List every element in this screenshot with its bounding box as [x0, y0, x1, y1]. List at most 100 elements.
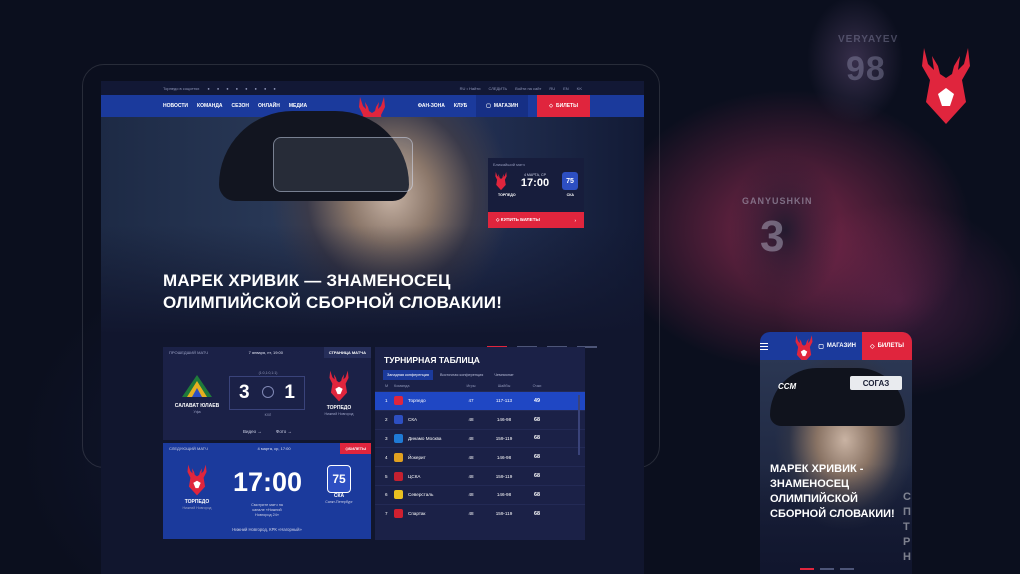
facebook-icon[interactable]: ●: [245, 86, 247, 91]
table-scrollbar[interactable]: [578, 395, 580, 455]
row-team: Северсталь: [394, 490, 456, 500]
row-team-name: Торпедо: [408, 398, 426, 404]
tab-western[interactable]: Западная конференция: [383, 370, 433, 380]
row-place: 6: [385, 492, 388, 498]
mobile-hero-title[interactable]: МАРЕК ХРИВИК - ЗНАМЕНОСЕЦ ОЛИМПИЙСКОЙ СБ…: [770, 462, 895, 522]
row-place: 7: [385, 511, 388, 517]
lang-en[interactable]: EN: [563, 86, 569, 91]
col-place: М: [385, 384, 389, 388]
hero-title-line2: ОЛИМПИЙСКОЙ СБОРНОЙ СЛОВАКИИ!: [163, 293, 503, 312]
slider-dot[interactable]: [840, 568, 854, 570]
vk-icon[interactable]: ●: [207, 86, 209, 91]
nav-item-club[interactable]: КЛУБ: [454, 103, 467, 109]
standings-header: М Команда Игры Шайбы Очки: [375, 380, 585, 391]
row-place: 4: [385, 454, 388, 460]
salavat-logo: [182, 375, 212, 397]
torpedo-logo-small: [495, 171, 507, 191]
player-2-name: GANYUSHKIN: [742, 196, 813, 206]
team-logo-icon: [394, 509, 403, 519]
tiktok-icon[interactable]: ●: [217, 86, 219, 91]
row-team: ЦСКА: [394, 471, 456, 481]
torpedo-logo-prev: [329, 370, 349, 402]
prev-home-team[interactable]: САЛАВАТ ЮЛАЕВ Уфа: [167, 371, 227, 414]
col-team: Команда: [394, 384, 410, 388]
row-games: 48: [468, 492, 474, 498]
tab-championship[interactable]: Чемпионат: [490, 370, 517, 380]
shop-button[interactable]: ▢ МАГАЗИН: [476, 95, 529, 117]
shop-label: МАГАЗИН: [493, 103, 519, 109]
player-back-2: [700, 120, 900, 320]
mobile-tickets-button[interactable]: ◇ БИЛЕТЫ: [861, 332, 912, 360]
row-team: СКА: [394, 415, 456, 425]
puck-icon: [262, 386, 274, 398]
mobile-title-line: МАРЕК ХРИВИК -: [770, 463, 864, 475]
mobile-title-line: ОЛИМПИЙСКОЙ: [770, 493, 858, 505]
nearest-match-card: Ближайший матч 4 МАРТА, СР 17:00 75 ТОРП…: [488, 158, 584, 228]
table-row[interactable]: 3 Динамо Москва 48 159-119 68: [375, 428, 585, 448]
instagram-icon[interactable]: ●: [226, 86, 228, 91]
topbar-link-login[interactable]: Войти на сайт: [515, 86, 541, 91]
topbar-link-follow[interactable]: СЛЕДИТЬ: [488, 86, 507, 91]
match-page-button[interactable]: СТРАНИЦА МАТЧА: [323, 347, 371, 358]
ccm-logo: CCM: [778, 382, 797, 391]
standings-title: ТУРНИРНАЯ ТАБЛИЦА: [384, 355, 480, 365]
hero-visor: [273, 137, 413, 192]
topbar: Торпедо в соцсетях ● ● ● ● ● ● ● ● RU • …: [101, 81, 644, 95]
next-away-city: Санкт-Петербург: [325, 500, 353, 504]
row-team-name: Динамо Москва: [408, 435, 442, 441]
row-goals: 146-98: [496, 492, 512, 498]
next-home-team[interactable]: ТОРПЕДО Нижний Новгород: [167, 463, 227, 510]
topbar-link-search[interactable]: RU • Найти: [460, 86, 481, 91]
prev-home-name: САЛАВАТ ЮЛАЕВ: [174, 403, 220, 409]
tickets-label: БИЛЕТЫ: [556, 103, 578, 109]
nav-item-team[interactable]: КОМАНДА: [197, 103, 223, 109]
social-icons: ● ● ● ● ● ● ● ●: [207, 86, 275, 91]
nav-item-season[interactable]: СЕЗОН: [232, 103, 250, 109]
row-goals: 117-113: [495, 398, 513, 404]
menu-icon[interactable]: [760, 332, 769, 360]
lang-kk[interactable]: KK: [577, 86, 582, 91]
team-logo-icon: [394, 452, 403, 462]
tab-eastern[interactable]: Восточная конференция: [436, 370, 487, 380]
peek-line: С: [903, 491, 911, 503]
next-slide-peek: С П Т Р Н: [903, 490, 911, 565]
mobile-shop-button[interactable]: ▢ МАГАЗИН: [812, 343, 862, 350]
hero-banner[interactable]: МАРЕК ХРИВИК — ЗНАМЕНОСЕЦ ОЛИМПИЙСКОЙ СБО…: [101, 111, 644, 348]
table-row[interactable]: 1 Торпедо 47 117-113 49: [375, 391, 585, 410]
col-points: Очки: [532, 384, 542, 388]
nav-item-online[interactable]: ОНЛАЙН: [258, 103, 280, 109]
team-logo-icon: [394, 415, 403, 425]
video-link[interactable]: Видео →: [243, 429, 262, 434]
hero-title[interactable]: МАРЕК ХРИВИК — ЗНАМЕНОСЕЦ ОЛИМПИЙСКОЙ СБО…: [163, 270, 502, 314]
photo-link[interactable]: Фото →: [276, 429, 292, 434]
ok-icon[interactable]: ●: [264, 86, 266, 91]
nearest-away: СКА: [566, 193, 574, 197]
prev-away-team[interactable]: ТОРПЕДО Нижний Новгород: [309, 369, 369, 416]
next-home-name: ТОРПЕДО: [184, 499, 210, 505]
row-points: 68: [534, 454, 540, 461]
youtube-icon[interactable]: ●: [273, 86, 275, 91]
player-1-name: VERYAYEV: [838, 34, 899, 45]
row-place: 1: [385, 398, 388, 404]
table-row[interactable]: 4 Йокерит 48 146-98 68: [375, 447, 585, 466]
chevron-right-icon: ›: [574, 217, 577, 223]
slider-dot[interactable]: [820, 568, 834, 570]
table-row[interactable]: 7 Спартак 48 159-119 68: [375, 503, 585, 523]
telegram-icon[interactable]: ●: [236, 86, 238, 91]
next-label: СЛЕДУЮЩИЙ МАТЧ: [169, 446, 208, 451]
row-goals: 146-98: [496, 454, 512, 460]
col-games: Игры: [466, 384, 476, 388]
table-row[interactable]: 2 СКА 48 146-98 68: [375, 409, 585, 429]
nav-item-media[interactable]: МЕДИА: [289, 103, 307, 109]
next-tickets-button[interactable]: ◇ БИЛЕТЫ: [340, 443, 371, 454]
nav-item-news[interactable]: НОВОСТИ: [163, 103, 188, 109]
lang-ru[interactable]: RU: [549, 86, 555, 91]
table-row[interactable]: 5 ЦСКА 48 159-119 68: [375, 466, 585, 485]
tickets-button[interactable]: ◇ БИЛЕТЫ: [537, 95, 590, 117]
twitter-icon[interactable]: ●: [255, 86, 257, 91]
nav-item-fanzone[interactable]: ФАН-ЗОНА: [418, 103, 445, 109]
slider-dot[interactable]: [800, 568, 814, 570]
buy-tickets-button[interactable]: ◇ КУПИТЬ БИЛЕТЫ ›: [488, 212, 584, 228]
next-away-team[interactable]: 75 СКА Санкт-Петербург: [309, 465, 369, 504]
table-row[interactable]: 6 Северсталь 48 146-98 68: [375, 484, 585, 504]
